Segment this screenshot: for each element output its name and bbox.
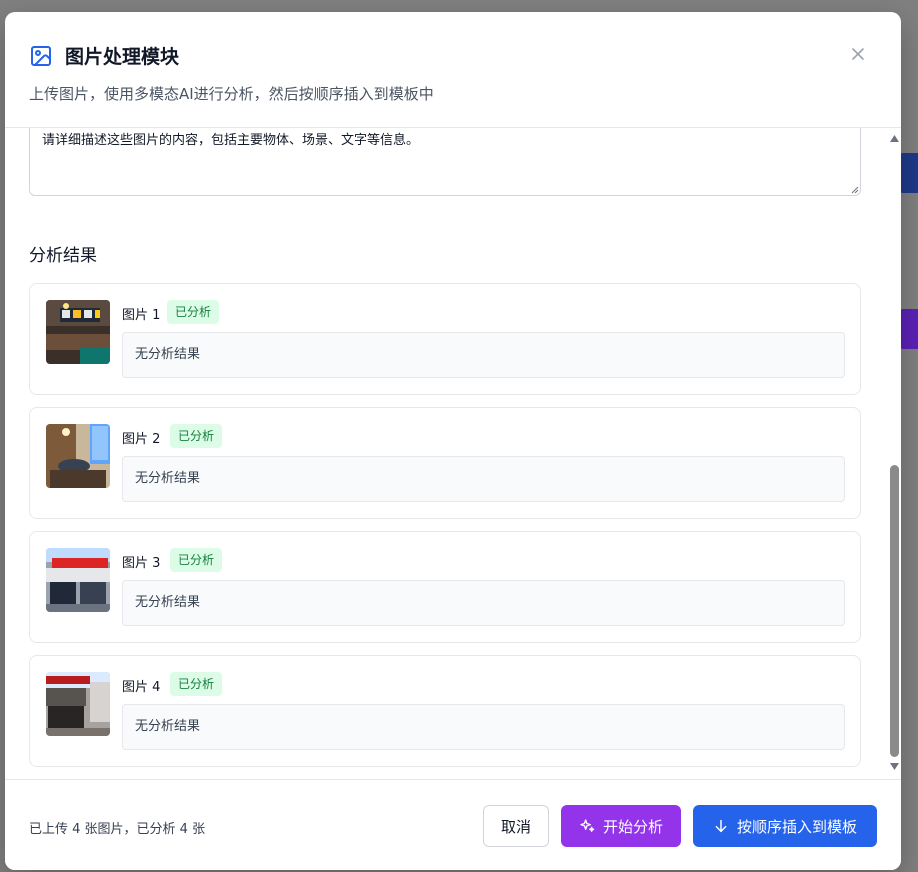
scrollbar[interactable] bbox=[888, 128, 901, 779]
prompt-textarea[interactable] bbox=[29, 128, 861, 196]
results-section-title: 分析结果 bbox=[29, 246, 97, 266]
modal-body: 分析结果 图片 1 已分析 无分析结果 bbox=[5, 128, 901, 779]
image-processing-modal: 图片处理模块 上传图片，使用多模态AI进行分析，然后按顺序插入到模板中 分析结果 bbox=[5, 12, 901, 870]
background-button bbox=[899, 153, 918, 193]
image-label: 图片 1 bbox=[122, 308, 161, 323]
image-thumbnail[interactable] bbox=[46, 300, 110, 364]
image-label: 图片 2 bbox=[122, 432, 161, 447]
result-card: 图片 1 已分析 无分析结果 bbox=[29, 283, 861, 395]
status-badge: 已分析 bbox=[170, 424, 223, 448]
modal-title: 图片处理模块 bbox=[65, 46, 180, 68]
status-badge: 已分析 bbox=[170, 672, 223, 696]
scroll-up-icon[interactable] bbox=[890, 134, 899, 143]
start-analysis-label: 开始分析 bbox=[602, 817, 663, 836]
insert-to-template-button[interactable]: 按顺序插入到模板 bbox=[693, 805, 877, 847]
image-icon bbox=[29, 44, 53, 68]
insert-to-template-label: 按顺序插入到模板 bbox=[736, 817, 857, 836]
analysis-result-text: 无分析结果 bbox=[122, 580, 845, 626]
start-analysis-button[interactable]: 开始分析 bbox=[561, 805, 681, 847]
close-button[interactable] bbox=[847, 43, 869, 65]
result-card: 图片 4 已分析 无分析结果 bbox=[29, 655, 861, 767]
analysis-result-text: 无分析结果 bbox=[122, 704, 845, 750]
image-thumbnail[interactable] bbox=[46, 672, 110, 736]
arrow-down-icon bbox=[713, 818, 729, 834]
cancel-button-label: 取消 bbox=[500, 817, 531, 836]
resize-handle-icon[interactable] bbox=[851, 186, 859, 194]
title-row: 图片处理模块 bbox=[29, 42, 179, 69]
modal-subtitle: 上传图片，使用多模态AI进行分析，然后按顺序插入到模板中 bbox=[29, 85, 434, 103]
analysis-result-text: 无分析结果 bbox=[122, 332, 845, 378]
close-icon bbox=[852, 48, 864, 60]
image-label: 图片 3 bbox=[122, 556, 161, 571]
upload-status-text: 已上传 4 张图片，已分析 4 张 bbox=[29, 822, 206, 837]
background-button bbox=[899, 309, 918, 349]
result-card: 图片 3 已分析 无分析结果 bbox=[29, 531, 861, 643]
sparkles-icon bbox=[579, 818, 595, 834]
status-badge: 已分析 bbox=[167, 300, 220, 324]
image-thumbnail[interactable] bbox=[46, 548, 110, 612]
image-thumbnail[interactable] bbox=[46, 424, 110, 488]
status-badge: 已分析 bbox=[170, 548, 223, 572]
modal-footer: 已上传 4 张图片，已分析 4 张 取消 开始分析 按顺序插入到模板 bbox=[5, 779, 901, 870]
cancel-button[interactable]: 取消 bbox=[483, 805, 549, 847]
scroll-down-icon[interactable] bbox=[890, 762, 899, 771]
modal-header: 图片处理模块 上传图片，使用多模态AI进行分析，然后按顺序插入到模板中 bbox=[5, 12, 901, 128]
image-label: 图片 4 bbox=[122, 680, 161, 695]
analysis-result-text: 无分析结果 bbox=[122, 456, 845, 502]
scrollbar-thumb[interactable] bbox=[890, 465, 899, 757]
result-card: 图片 2 已分析 无分析结果 bbox=[29, 407, 861, 519]
